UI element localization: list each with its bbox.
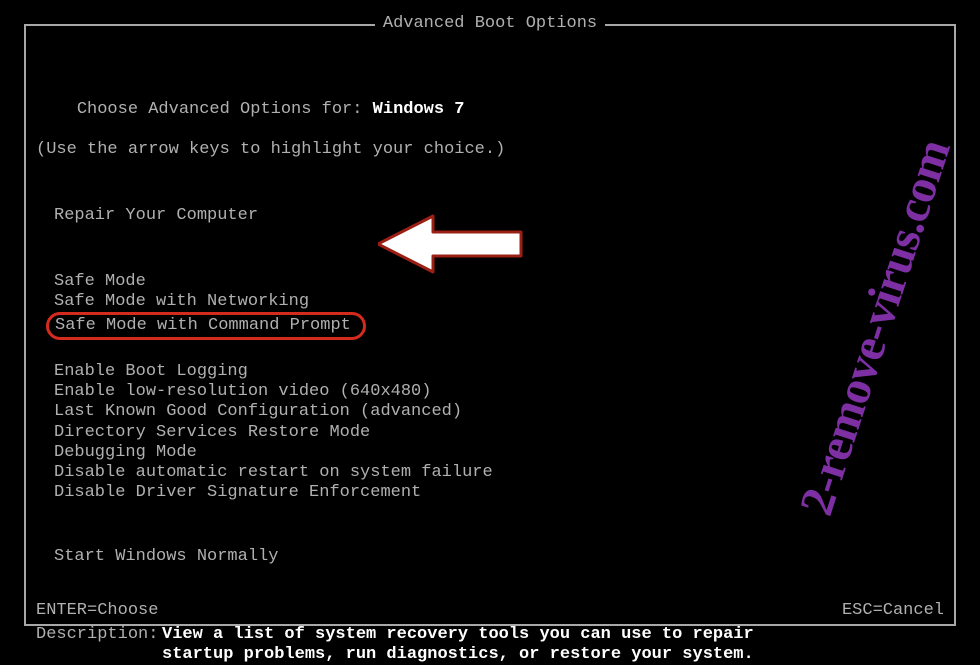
option-disable-driver-sig[interactable]: Disable Driver Signature Enforcement xyxy=(54,483,944,503)
description-line-2: startup problems, run diagnostics, or re… xyxy=(162,645,754,665)
option-boot-logging[interactable]: Enable Boot Logging xyxy=(54,362,944,382)
advanced-options-group: Enable Boot Logging Enable low-resolutio… xyxy=(54,362,944,502)
option-ds-restore[interactable]: Directory Services Restore Mode xyxy=(54,423,944,443)
safe-mode-group: Safe Mode Safe Mode with Networking Safe… xyxy=(54,272,944,340)
footer-enter: ENTER=Choose xyxy=(36,601,158,620)
content-area: Choose Advanced Options for: Windows 7 (… xyxy=(36,80,944,665)
option-safe-mode-cmd[interactable]: Safe Mode with Command Prompt xyxy=(46,312,366,340)
option-safe-mode-networking[interactable]: Safe Mode with Networking xyxy=(54,292,944,312)
option-last-known-good[interactable]: Last Known Good Configuration (advanced) xyxy=(54,402,944,422)
title-bar: Advanced Boot Options xyxy=(0,14,980,33)
option-safe-mode[interactable]: Safe Mode xyxy=(54,272,944,292)
option-start-windows-normally[interactable]: Start Windows Normally xyxy=(54,547,944,567)
option-debugging[interactable]: Debugging Mode xyxy=(54,443,944,463)
page-title: Advanced Boot Options xyxy=(375,14,605,33)
footer-esc: ESC=Cancel xyxy=(842,601,944,620)
option-repair-computer[interactable]: Repair Your Computer xyxy=(54,206,944,226)
os-name: Windows 7 xyxy=(373,100,465,119)
hint-line: (Use the arrow keys to highlight your ch… xyxy=(36,140,944,160)
description-block: Description: View a list of system recov… xyxy=(36,625,944,665)
description-line-1: View a list of system recovery tools you… xyxy=(162,625,754,645)
footer-bar: ENTER=Choose ESC=Cancel xyxy=(36,601,944,620)
option-low-res-video[interactable]: Enable low-resolution video (640x480) xyxy=(54,382,944,402)
choose-line: Choose Advanced Options for: Windows 7 xyxy=(36,80,944,140)
description-label: Description: xyxy=(36,625,162,665)
option-disable-auto-restart[interactable]: Disable automatic restart on system fail… xyxy=(54,463,944,483)
description-text: View a list of system recovery tools you… xyxy=(162,625,754,665)
choose-label: Choose Advanced Options for: xyxy=(77,100,373,119)
option-safe-mode-cmd-highlight: Safe Mode with Command Prompt xyxy=(54,312,944,340)
